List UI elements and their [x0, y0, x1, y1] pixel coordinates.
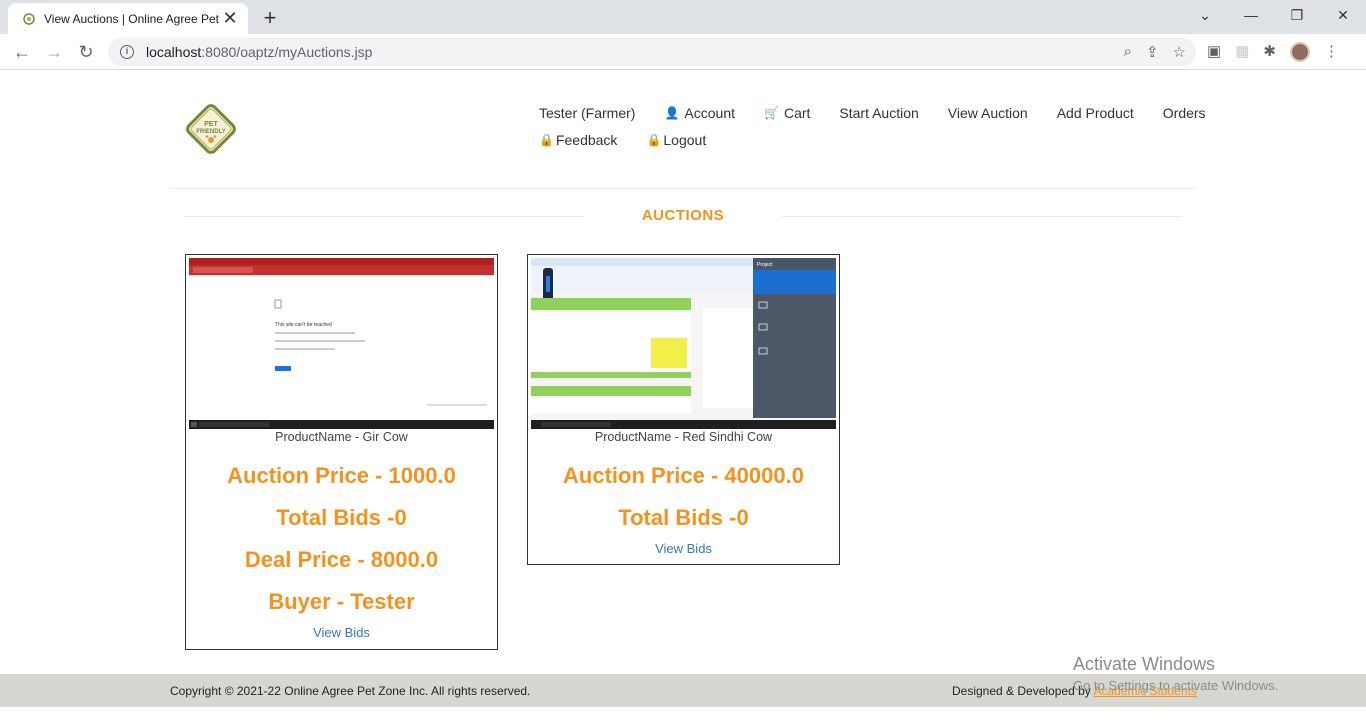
nav-start-auction[interactable]: Start Auction	[839, 105, 918, 121]
view-bids-link[interactable]: View Bids	[528, 537, 839, 561]
logo-text-friendly: FRIENDLY	[196, 129, 225, 135]
menu-kebab-icon[interactable]: ⋮	[1324, 42, 1339, 62]
windows-activation-watermark: Activate Windows Go to Settings to activ…	[1073, 654, 1278, 693]
tab-search-icon[interactable]: ⌄	[1182, 0, 1228, 30]
cart-icon: 🛒	[764, 105, 779, 120]
profile-avatar[interactable]	[1289, 42, 1310, 62]
product-image[interactable]: Project	[531, 258, 836, 429]
window-controls: ⌄ — ❐ ✕	[1182, 0, 1366, 34]
nav-account-label: Account	[684, 104, 735, 121]
nav-user-label: Tester (Farmer)	[539, 104, 636, 121]
share-icon[interactable]: ⇪	[1146, 43, 1159, 61]
back-arrow-icon[interactable]: ←	[10, 40, 34, 64]
reload-icon[interactable]: ↻	[74, 40, 98, 64]
site-info-icon[interactable]: i	[120, 45, 134, 59]
nav-feedback-label: Feedback	[555, 131, 618, 148]
image-caption-text: Project	[757, 262, 773, 268]
nav-logout[interactable]: 🔒 Logout	[646, 132, 706, 148]
browser-tab[interactable]: View Auctions | Online Agree Pet ✕	[8, 3, 248, 34]
product-name: ProductName - Gir Cow	[275, 430, 408, 444]
new-tab-icon[interactable]: +	[258, 5, 282, 31]
tab-close-icon[interactable]: ✕	[222, 8, 238, 29]
browser-tab-strip: View Auctions | Online Agree Pet ✕ + ⌄ —…	[0, 0, 1366, 34]
view-bids-link[interactable]: View Bids	[186, 621, 497, 645]
nav-feedback[interactable]: 🔒 Feedback	[539, 132, 617, 148]
product-name: ProductName - Red Sindhi Cow	[594, 430, 773, 444]
auction-card: Project ProductName - Red Sindhi Cow Auc…	[527, 254, 840, 565]
extension-icon[interactable]: ▦	[1235, 42, 1249, 62]
nav-cart[interactable]: 🛒 Cart	[764, 105, 810, 121]
forward-arrow-icon[interactable]: →	[42, 40, 66, 64]
total-bids: Total Bids -0	[276, 505, 407, 530]
deal-price: Deal Price - 8000.0	[244, 547, 439, 572]
pet-friendly-logo[interactable]: PET FRIENDLY	[181, 99, 241, 159]
header-divider	[170, 188, 1196, 189]
tab-title: View Auctions | Online Agree Pet	[44, 11, 220, 26]
watermark-subtitle: Go to Settings to activate Windows.	[1073, 678, 1279, 693]
puzzle-extensions-icon[interactable]: ✱	[1263, 42, 1276, 62]
image-caption-text: This site can't be reached	[275, 322, 332, 328]
nav-add-product[interactable]: Add Product	[1057, 105, 1134, 121]
watermark-title: Activate Windows	[1073, 654, 1216, 674]
nav-logout-label: Logout	[663, 131, 707, 148]
page-content: PET FRIENDLY Tester (Farmer) 👤 Account 🛒 C…	[0, 71, 1366, 728]
favicon-icon	[23, 12, 35, 25]
minimize-icon[interactable]: —	[1228, 0, 1274, 30]
nav-cart-label: Cart	[783, 104, 811, 121]
url-host: localhost	[146, 44, 202, 60]
buyer: Buyer - Tester	[268, 589, 415, 614]
auction-card: This site can't be reached ProductName -…	[185, 254, 498, 650]
browser-toolbar: ← → ↻ i localhost:8080/oaptz/myAuctions.…	[0, 34, 1366, 70]
total-bids: Total Bids -0	[618, 505, 749, 530]
nav-user[interactable]: Tester (Farmer)	[539, 105, 635, 121]
auction-price: Auction Price - 1000.0	[227, 463, 456, 488]
nav-orders[interactable]: Orders	[1163, 105, 1206, 121]
cast-icon[interactable]: ▣	[1207, 42, 1221, 62]
user-icon: 👤	[664, 105, 680, 120]
zoom-icon[interactable]: ⌕	[1124, 43, 1132, 61]
lock-icon: 🔒	[539, 132, 554, 147]
nav-account[interactable]: 👤 Account	[664, 105, 735, 121]
main-nav: Tester (Farmer) 👤 Account 🛒 Cart Start Auc…	[539, 99, 1206, 153]
extensions-area: ▣ ▦ ✱ ⋮	[1207, 42, 1339, 62]
logo-text-pet: PET	[204, 121, 218, 128]
address-bar[interactable]: i localhost:8080/oaptz/myAuctions.jsp ⌕ …	[108, 38, 1196, 66]
nav-view-auction[interactable]: View Auction	[948, 105, 1028, 121]
window-close-icon[interactable]: ✕	[1320, 0, 1366, 30]
product-image[interactable]: This site can't be reached	[189, 258, 494, 429]
url-path: :8080/oaptz/myAuctions.jsp	[201, 44, 373, 60]
section-title: AUCTIONS	[641, 207, 725, 224]
copyright-text: Copyright © 2021-22 Online Agree Pet Zon…	[170, 684, 531, 698]
lock-icon: 🔒	[646, 132, 662, 147]
restore-icon[interactable]: ❐	[1274, 0, 1320, 30]
auction-price: Auction Price - 40000.0	[563, 463, 804, 488]
bookmark-star-icon[interactable]: ☆	[1173, 43, 1186, 61]
